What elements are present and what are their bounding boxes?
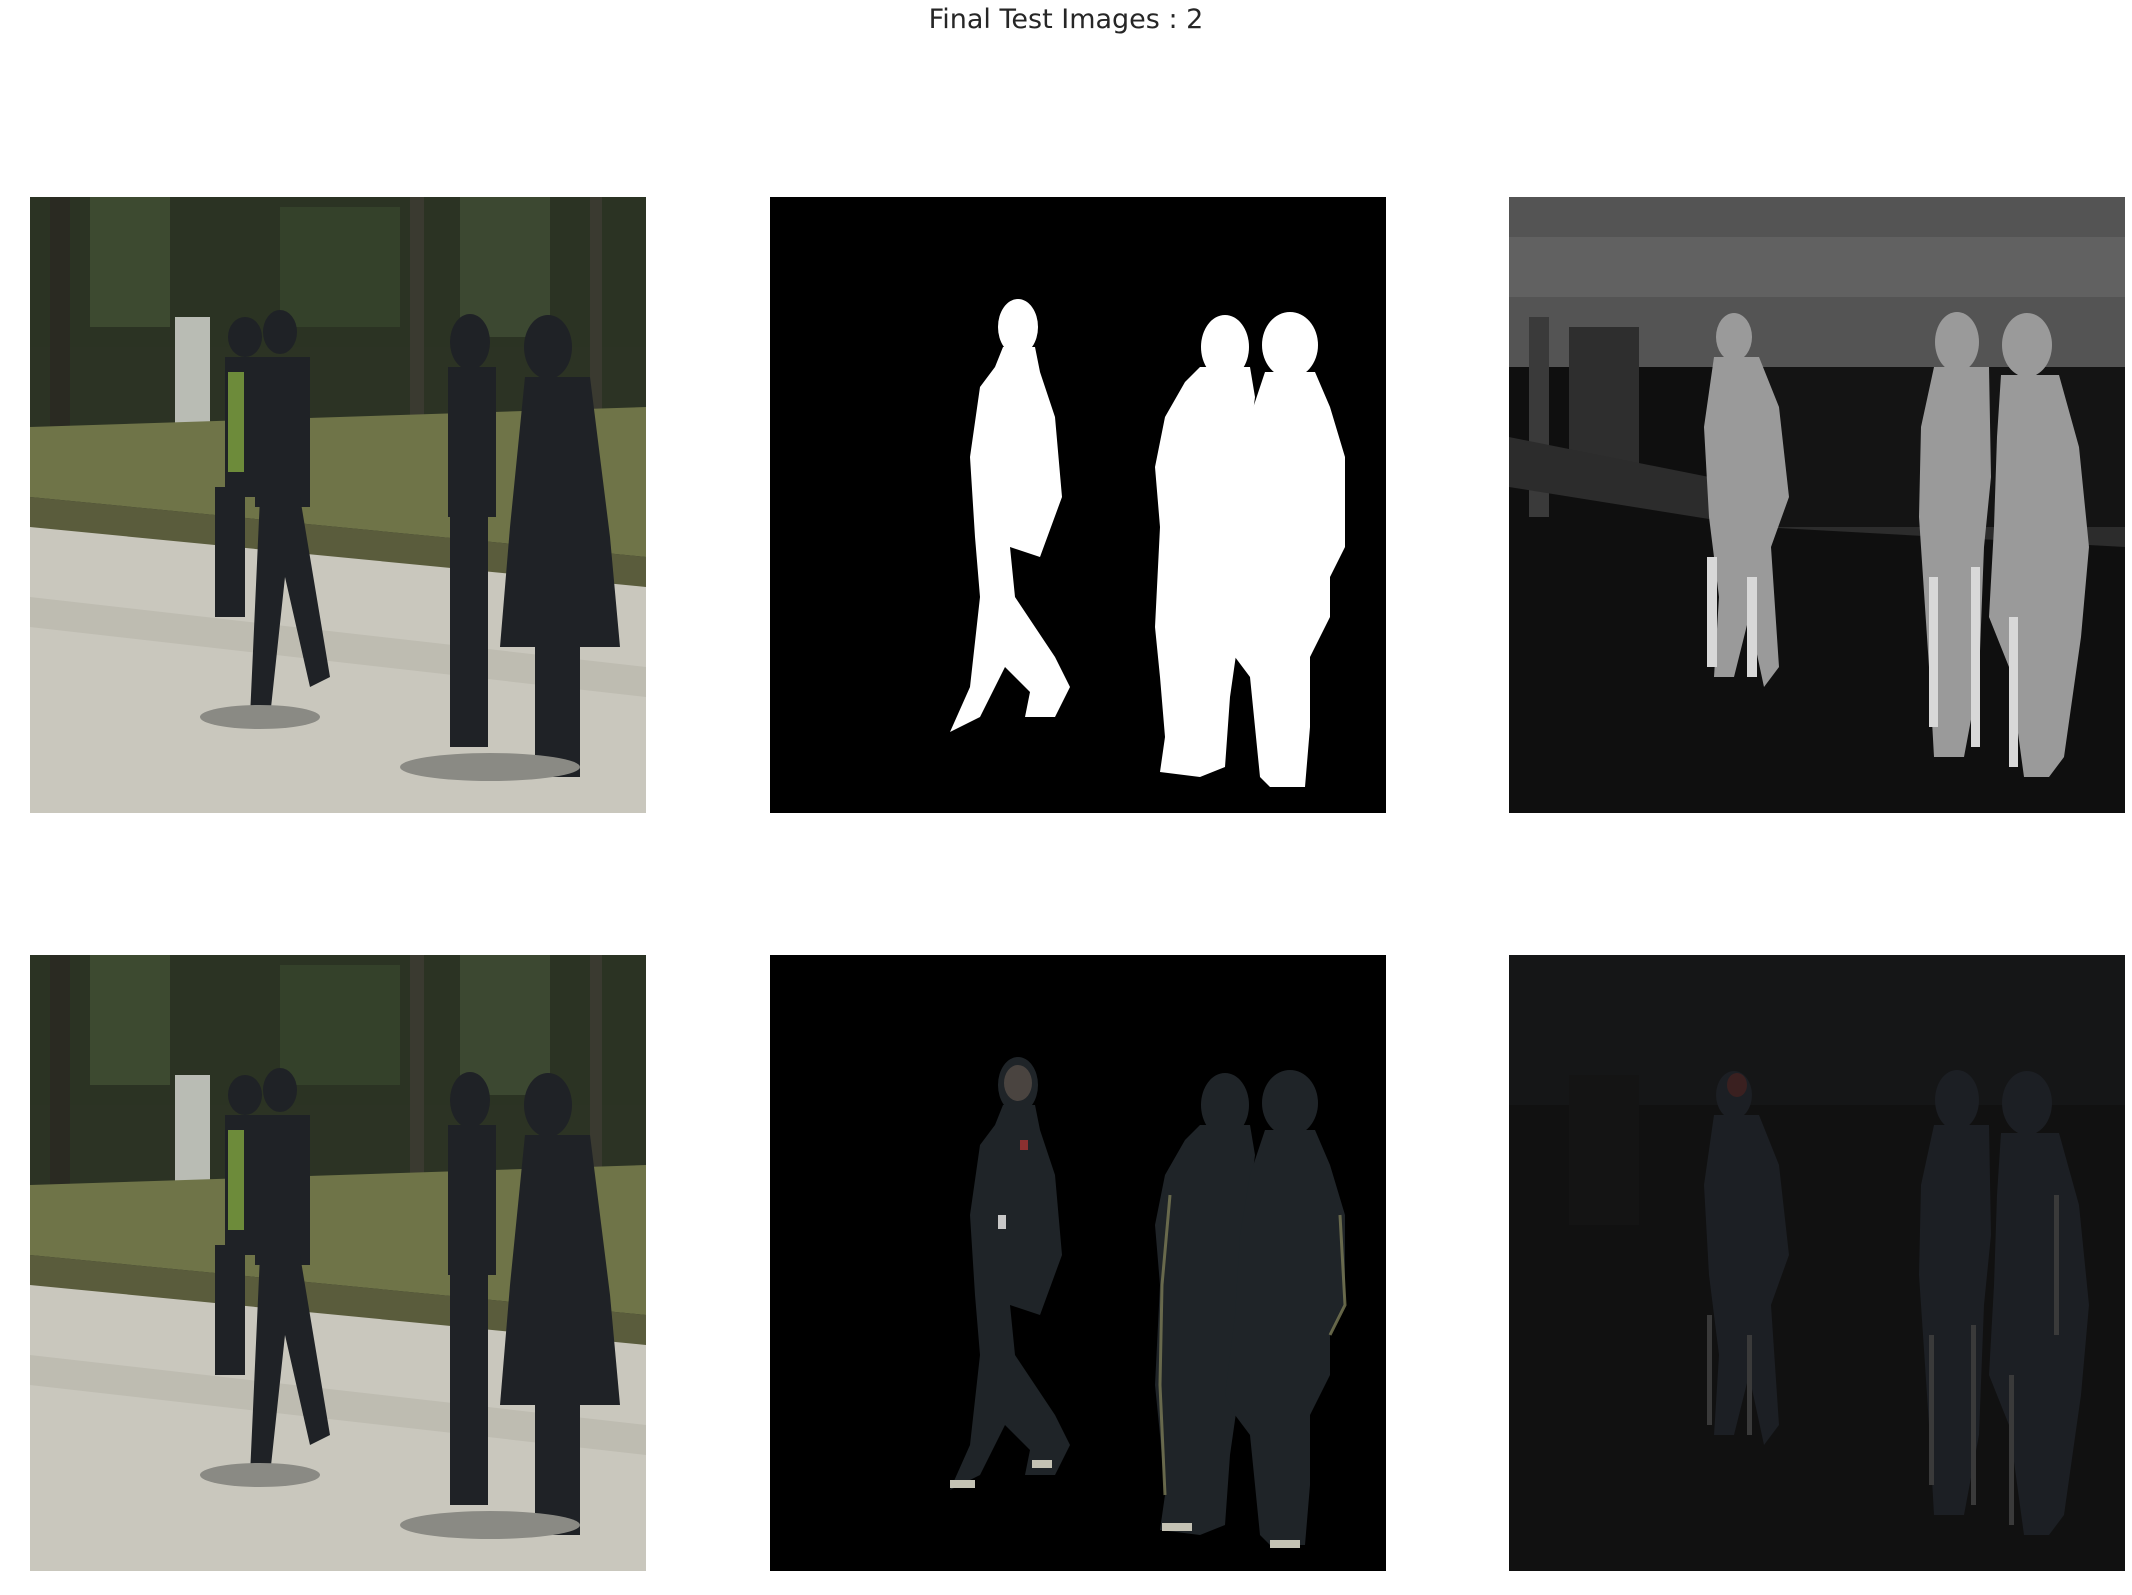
predicted-map-panel	[1509, 197, 2125, 813]
residual-map	[1509, 955, 2125, 1571]
masked-output-panel	[770, 955, 1386, 1571]
input-photo-row2	[30, 955, 646, 1571]
input-photo	[30, 197, 646, 813]
predicted-map	[1509, 197, 2125, 813]
input-photo-panel-row2	[30, 955, 646, 1571]
residual-map-panel	[1509, 955, 2125, 1571]
masked-output	[770, 955, 1386, 1571]
ground-truth-mask	[770, 197, 1386, 813]
ground-truth-mask-panel	[770, 197, 1386, 813]
figure-title: Final Test Images : 2	[928, 4, 1204, 35]
input-photo-panel	[30, 197, 646, 813]
